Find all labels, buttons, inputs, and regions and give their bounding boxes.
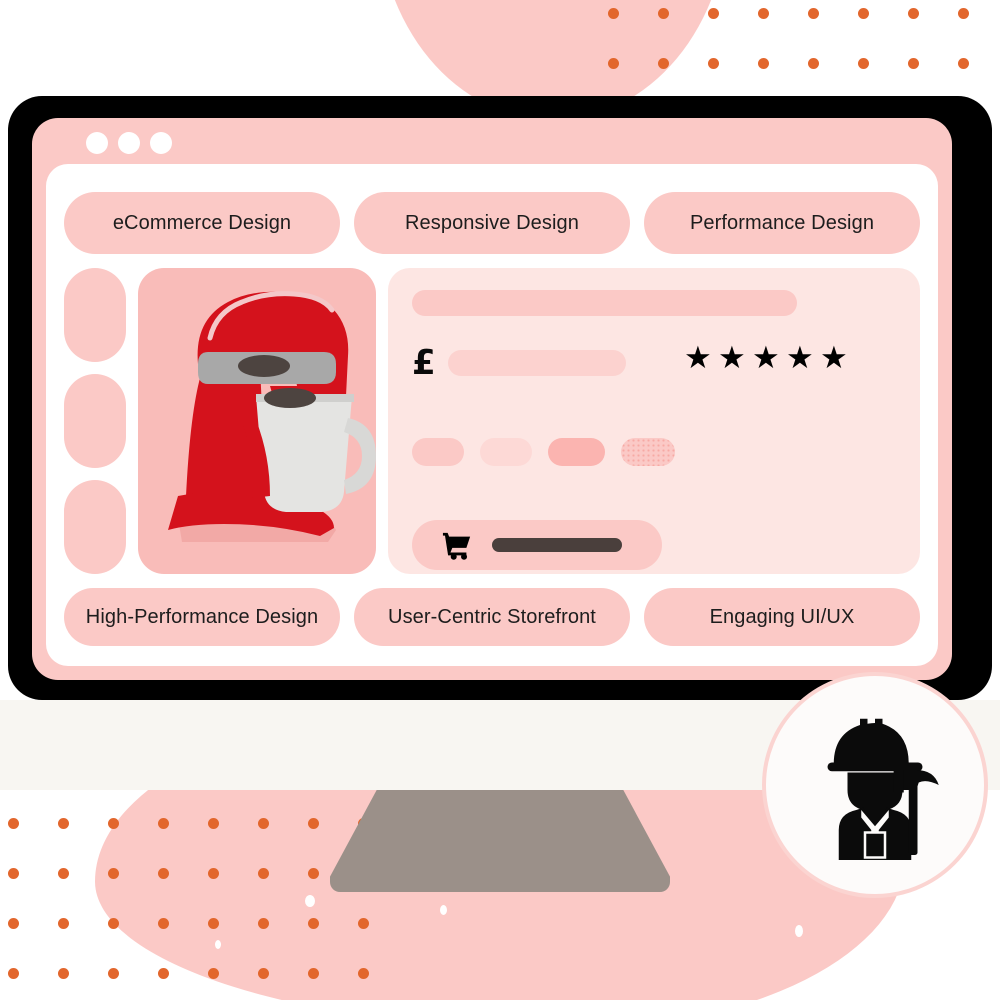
decor-dot <box>208 918 219 929</box>
decor-dot <box>208 818 219 829</box>
decor-dot <box>108 818 119 829</box>
tab-high-performance-design[interactable]: High-Performance Design <box>64 588 340 646</box>
decor-dot <box>8 968 19 979</box>
browser-titlebar <box>32 118 952 164</box>
gallery-thumbnail-1[interactable] <box>64 268 126 362</box>
decor-dot <box>658 8 669 19</box>
shopping-cart-icon <box>442 530 472 560</box>
variant-chip-row <box>412 438 675 466</box>
decor-dot <box>958 8 969 19</box>
rating-star-3: ★ <box>752 340 780 376</box>
decor-dot <box>708 8 719 19</box>
gallery-thumbnail-3[interactable] <box>64 480 126 574</box>
add-to-cart-button[interactable] <box>412 520 662 570</box>
decor-dot <box>758 58 769 69</box>
decor-dot <box>158 968 169 979</box>
bottom-tab-row: High-Performance Design User-Centric Sto… <box>64 588 920 646</box>
decor-dot <box>158 918 169 929</box>
decor-dot <box>208 968 219 979</box>
variant-chip-3[interactable] <box>548 438 605 466</box>
decor-dot <box>358 918 369 929</box>
decor-dot <box>108 918 119 929</box>
decor-dot <box>258 868 269 879</box>
decor-dot <box>58 918 69 929</box>
product-area: £ ★ ★ ★ ★ ★ <box>64 268 920 574</box>
tab-user-centric-storefront[interactable]: User-Centric Storefront <box>354 588 630 646</box>
browser-window: eCommerce Design Responsive Design Perfo… <box>32 118 952 680</box>
rating-star-4: ★ <box>786 340 814 376</box>
decor-dot <box>358 968 369 979</box>
add-to-cart-label-placeholder <box>492 538 622 552</box>
product-title-placeholder <box>412 290 797 316</box>
decor-dot <box>258 918 269 929</box>
minimize-dot-icon[interactable] <box>118 132 140 154</box>
gallery-thumbnail-2[interactable] <box>64 374 126 468</box>
close-dot-icon[interactable] <box>86 132 108 154</box>
builder-badge <box>762 672 988 898</box>
decor-dot <box>8 818 19 829</box>
decor-dot <box>58 968 69 979</box>
decor-dot <box>608 8 619 19</box>
decor-dot <box>258 818 269 829</box>
maximize-dot-icon[interactable] <box>150 132 172 154</box>
rating-star-2: ★ <box>718 340 746 376</box>
decor-dot <box>308 968 319 979</box>
decor-dot <box>308 918 319 929</box>
decor-dot <box>808 58 819 69</box>
browser-viewport: eCommerce Design Responsive Design Perfo… <box>46 164 938 666</box>
decor-dot <box>258 968 269 979</box>
tab-performance-design[interactable]: Performance Design <box>644 192 920 254</box>
variant-chip-2[interactable] <box>480 438 532 466</box>
decor-dot <box>158 868 169 879</box>
stand-mixer-illustration <box>168 291 376 542</box>
product-details-panel: £ ★ ★ ★ ★ ★ <box>388 268 920 574</box>
decor-dot <box>308 868 319 879</box>
product-image-panel[interactable] <box>138 268 376 574</box>
decor-dot <box>108 968 119 979</box>
decor-dot <box>808 8 819 19</box>
decor-dot <box>308 818 319 829</box>
variant-chip-4[interactable] <box>621 438 675 466</box>
decor-dot <box>858 58 869 69</box>
decor-dot <box>108 868 119 879</box>
decor-dot <box>158 818 169 829</box>
tab-ecommerce-design[interactable]: eCommerce Design <box>64 192 340 254</box>
decor-dot <box>58 868 69 879</box>
decor-dot <box>908 8 919 19</box>
decor-dot <box>858 8 869 19</box>
decor-dot <box>8 868 19 879</box>
decor-dot <box>758 8 769 19</box>
decor-dot <box>8 918 19 929</box>
rating-stars[interactable]: ★ ★ ★ ★ ★ <box>684 340 850 376</box>
decor-dot <box>208 868 219 879</box>
tab-responsive-design[interactable]: Responsive Design <box>354 192 630 254</box>
decor-dot <box>908 58 919 69</box>
tab-engaging-ui-ux[interactable]: Engaging UI/UX <box>644 588 920 646</box>
variant-chip-1[interactable] <box>412 438 464 466</box>
decor-dot <box>608 58 619 69</box>
decor-dot <box>958 58 969 69</box>
decor-dot <box>58 818 69 829</box>
product-price-placeholder <box>448 350 626 376</box>
price-currency-symbol: £ <box>412 343 436 383</box>
gallery-thumbnail-list <box>64 268 126 574</box>
decor-dot <box>658 58 669 69</box>
rating-star-5: ★ <box>820 340 848 376</box>
construction-worker-icon <box>827 718 939 860</box>
rating-star-1: ★ <box>684 340 712 376</box>
top-tab-row: eCommerce Design Responsive Design Perfo… <box>64 192 920 254</box>
decor-dot <box>708 58 719 69</box>
illustration-canvas: eCommerce Design Responsive Design Perfo… <box>0 0 1000 1000</box>
